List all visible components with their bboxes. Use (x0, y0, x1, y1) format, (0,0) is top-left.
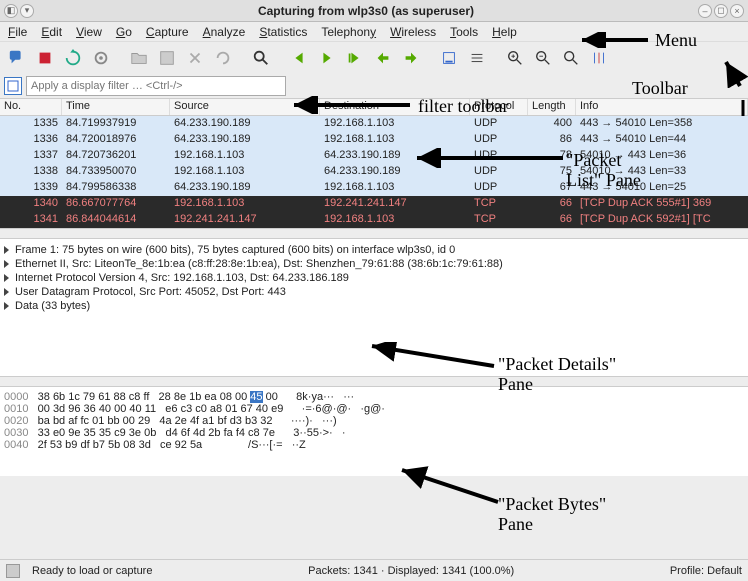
display-filter-input[interactable] (26, 76, 286, 96)
maximize-button[interactable]: ◻ (714, 4, 728, 18)
close-file-button[interactable] (182, 45, 208, 71)
pane-splitter-2[interactable] (0, 376, 748, 386)
tree-item[interactable]: Frame 1: 75 bytes on wire (600 bits), 75… (4, 243, 744, 257)
col-time[interactable]: Time (62, 99, 170, 115)
bookmark-filter-icon[interactable] (4, 77, 22, 95)
tree-item[interactable]: Internet Protocol Version 4, Src: 192.16… (4, 271, 744, 285)
statusbar: Ready to load or capture Packets: 1341 ·… (0, 559, 748, 581)
expand-icon[interactable] (4, 260, 9, 268)
zoom-reset-button[interactable] (558, 45, 584, 71)
table-row[interactable]: 133984.79958633864.233.190.189192.168.1.… (0, 180, 748, 196)
status-packets: Packets: 1341 · Displayed: 1341 (100.0%) (164, 565, 657, 577)
status-left: Ready to load or capture (32, 565, 152, 577)
expand-icon[interactable] (4, 246, 9, 254)
table-row[interactable]: 133584.71993791964.233.190.189192.168.1.… (0, 116, 748, 132)
stop-capture-button[interactable] (32, 45, 58, 71)
hex-line[interactable]: 0000 38 6b 1c 79 61 88 c8 ff 28 8e 1b ea… (4, 391, 744, 403)
menu-capture[interactable]: Capture (146, 25, 189, 39)
zoom-out-button[interactable] (530, 45, 556, 71)
colorize-button[interactable] (464, 45, 490, 71)
menubar: File Edit View Go Capture Analyze Statis… (0, 22, 748, 42)
titlebar: ◧ ▾ Capturing from wlp3s0 (as superuser)… (0, 0, 748, 22)
col-length[interactable]: Length (528, 99, 576, 115)
col-no[interactable]: No. (0, 99, 62, 115)
capture-options-button[interactable] (88, 45, 114, 71)
window-title: Capturing from wlp3s0 (as superuser) (34, 4, 698, 18)
menu-view[interactable]: View (76, 25, 102, 39)
tree-item[interactable]: Ethernet II, Src: LiteonTe_8e:1b:ea (c8:… (4, 257, 744, 271)
status-profile[interactable]: Profile: Default (670, 565, 742, 577)
col-destination[interactable]: Destination (320, 99, 470, 115)
menu-wireless[interactable]: Wireless (390, 25, 436, 39)
packet-list-header: No. Time Source Destination Protocol Len… (0, 98, 748, 116)
app-icon-2: ▾ (20, 4, 34, 18)
tree-item[interactable]: User Datagram Protocol, Src Port: 45052,… (4, 285, 744, 299)
titlebar-left-icons: ◧ ▾ (4, 4, 34, 18)
start-capture-button[interactable] (4, 45, 30, 71)
auto-scroll-button[interactable] (436, 45, 462, 71)
menu-analyze[interactable]: Analyze (203, 25, 246, 39)
expert-info-icon[interactable] (6, 564, 20, 578)
save-file-button[interactable] (154, 45, 180, 71)
table-row[interactable]: 134086.667077764192.168.1.103192.241.241… (0, 196, 748, 212)
app-icon: ◧ (4, 4, 18, 18)
find-packet-button[interactable] (248, 45, 274, 71)
menu-telephony[interactable]: Telephony (321, 25, 376, 39)
hex-line[interactable]: 0030 33 e0 9e 35 35 c9 3e 0b d4 6f 4d 2b… (4, 427, 744, 439)
menu-file[interactable]: File (8, 25, 27, 39)
packet-details-pane[interactable]: Frame 1: 75 bytes on wire (600 bits), 75… (0, 238, 748, 376)
table-row[interactable]: 133684.72001897664.233.190.189192.168.1.… (0, 132, 748, 148)
menu-tools[interactable]: Tools (450, 25, 478, 39)
table-row[interactable]: 134186.844044614192.241.241.147192.168.1… (0, 212, 748, 228)
window-buttons: – ◻ × (698, 4, 744, 18)
tree-item[interactable]: Data (33 bytes) (4, 299, 744, 313)
expand-icon[interactable] (4, 274, 9, 282)
table-row[interactable]: 133784.720736201192.168.1.10364.233.190.… (0, 148, 748, 164)
annot-bytes: "Packet Bytes" Pane (498, 494, 606, 534)
menu-help[interactable]: Help (492, 25, 517, 39)
go-forward-button[interactable] (314, 45, 340, 71)
hex-line[interactable]: 0040 2f 53 b9 df b7 5b 08 3d ce 92 5a /S… (4, 439, 744, 451)
hex-line[interactable]: 0010 00 3d 96 36 40 00 40 11 e6 c3 c0 a8… (4, 403, 744, 415)
expand-icon[interactable] (4, 302, 9, 310)
menu-go[interactable]: Go (116, 25, 132, 39)
hex-line[interactable]: 0020 ba bd af fc 01 bb 00 29 4a 2e 4f a1… (4, 415, 744, 427)
resize-columns-button[interactable] (586, 45, 612, 71)
reload-button[interactable] (210, 45, 236, 71)
go-last-button[interactable] (398, 45, 424, 71)
menu-statistics[interactable]: Statistics (259, 25, 307, 39)
packet-bytes-pane[interactable]: 0000 38 6b 1c 79 61 88 c8 ff 28 8e 1b ea… (0, 386, 748, 476)
pane-splitter-1[interactable] (0, 228, 748, 238)
col-protocol[interactable]: Protocol (470, 99, 528, 115)
go-to-packet-button[interactable] (342, 45, 368, 71)
close-button[interactable]: × (730, 4, 744, 18)
table-row[interactable]: 133884.733950070192.168.1.10364.233.190.… (0, 164, 748, 180)
main-toolbar (0, 42, 748, 74)
col-source[interactable]: Source (170, 99, 320, 115)
col-info[interactable]: Info (576, 99, 748, 115)
expand-icon[interactable] (4, 288, 9, 296)
open-file-button[interactable] (126, 45, 152, 71)
go-first-button[interactable] (370, 45, 396, 71)
zoom-in-button[interactable] (502, 45, 528, 71)
menu-edit[interactable]: Edit (41, 25, 62, 39)
restart-capture-button[interactable] (60, 45, 86, 71)
minimize-button[interactable]: – (698, 4, 712, 18)
filter-toolbar (0, 74, 748, 98)
go-back-button[interactable] (286, 45, 312, 71)
packet-list-pane[interactable]: 133584.71993791964.233.190.189192.168.1.… (0, 116, 748, 228)
